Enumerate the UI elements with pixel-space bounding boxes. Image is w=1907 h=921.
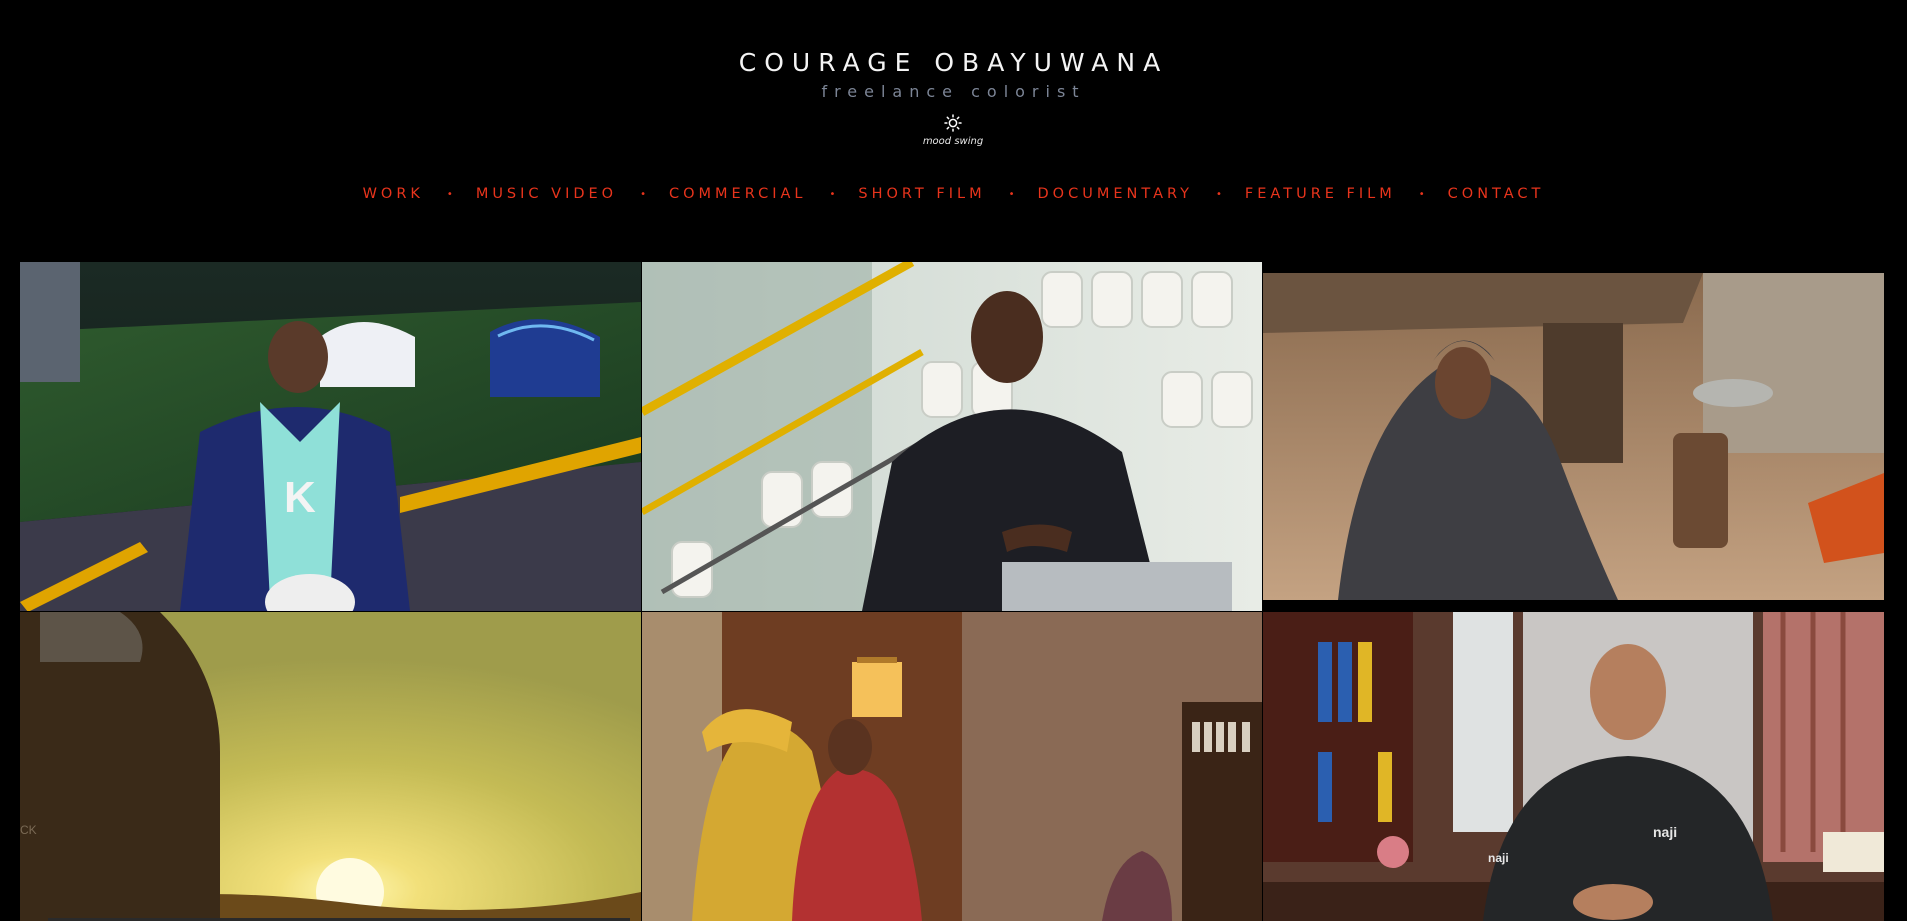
sunset-silhouette-still: CK xyxy=(20,612,641,921)
portfolio-tile-office-interview[interactable]: naji naji xyxy=(1263,612,1884,921)
portfolio-grid: K CK naji naji xyxy=(20,0,1886,921)
village-hijab-still xyxy=(1263,273,1884,600)
vintage-interior-still xyxy=(642,612,1262,921)
stadium-seats-still xyxy=(642,262,1262,611)
portfolio-tile-stadium-seats[interactable] xyxy=(642,262,1262,611)
office-interview-still: naji naji xyxy=(1263,612,1884,921)
portfolio-tile-stadium-jersey[interactable]: K xyxy=(20,262,641,611)
svg-text:naji: naji xyxy=(1653,824,1677,840)
stadium-jersey-still: K xyxy=(20,262,641,611)
svg-text:CK: CK xyxy=(20,823,37,837)
portfolio-tile-vintage-interior[interactable] xyxy=(642,612,1262,921)
portfolio-tile-village-hijab[interactable] xyxy=(1263,273,1884,600)
svg-text:K: K xyxy=(284,473,316,522)
portfolio-tile-sunset[interactable]: CK xyxy=(20,612,641,921)
svg-text:naji: naji xyxy=(1488,851,1509,865)
